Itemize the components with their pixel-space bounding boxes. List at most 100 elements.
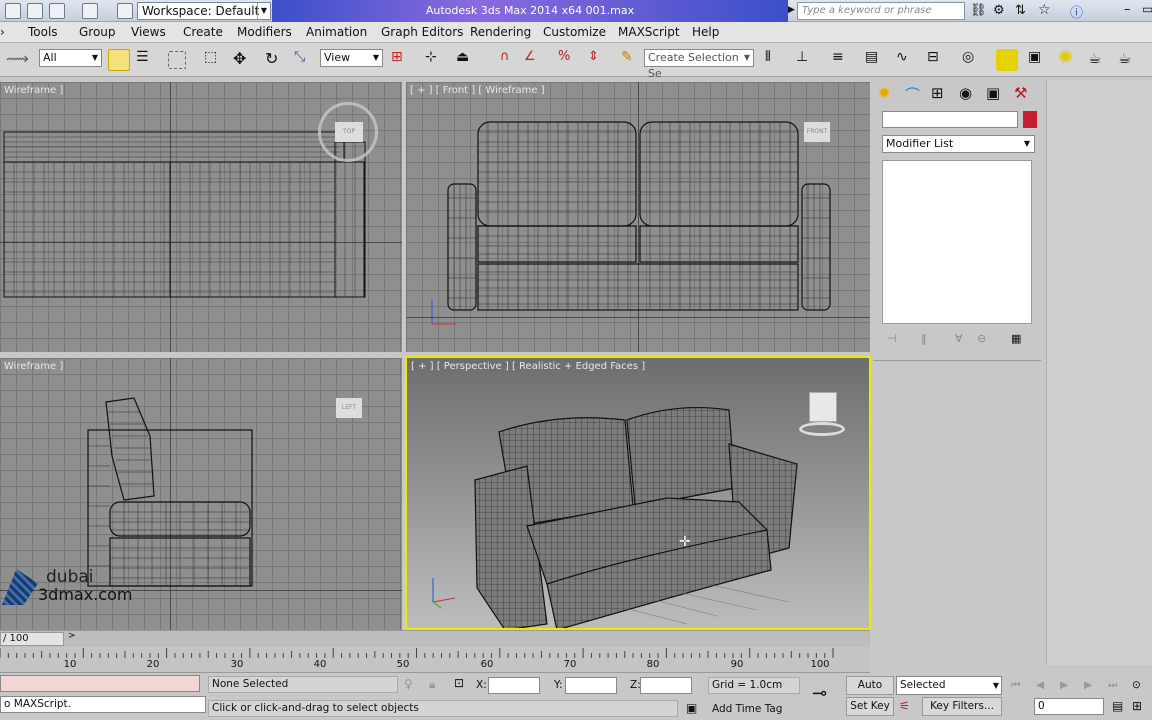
y-coordinate-field[interactable] [565, 677, 617, 694]
menu-maxscript[interactable]: MAXScript [618, 25, 680, 39]
absolute-mode-icon[interactable]: ⊡ [454, 676, 464, 690]
viewport-nav-icon[interactable]: ⊞ [1132, 699, 1142, 713]
set-key-button[interactable]: Set Key [846, 697, 894, 716]
goto-end-icon[interactable]: ⏭ [1108, 679, 1117, 692]
named-selection-set-input[interactable]: Create Selection Se ▼ [644, 49, 754, 80]
set-key-mode-icon[interactable]: ⊸ [812, 683, 827, 704]
viewcube[interactable]: TOP [335, 122, 363, 142]
move-icon[interactable]: ✥ [233, 49, 255, 71]
x-coordinate-field[interactable] [488, 677, 540, 694]
workspace-dropdown[interactable]: Workspace: Default ▼ [137, 2, 271, 20]
keyboard-shortcut-icon[interactable]: ⏏ [456, 49, 478, 71]
selection-filter-dropdown[interactable]: All ▼ [39, 49, 102, 67]
auto-key-button[interactable]: Auto Key [846, 676, 894, 708]
make-unique-icon[interactable]: ∀ [955, 332, 963, 345]
search-input[interactable]: Type a keyword or phrase [797, 2, 965, 20]
rendered-frame-icon[interactable]: ▣ [1028, 49, 1050, 71]
layer-manager-icon[interactable]: ≡ [832, 49, 854, 71]
maxscript-listener-mini[interactable] [0, 675, 200, 692]
menu-create[interactable]: Create [183, 25, 223, 39]
viewport-perspective[interactable]: [ + ] [ Perspective ] [ Realistic + Edge… [405, 356, 871, 630]
menu-customize[interactable]: Customize [543, 25, 606, 39]
modifier-list-dropdown[interactable]: Modifier List ▼ [882, 135, 1035, 153]
key-mode-toggle-icon[interactable]: ⊙ [1132, 679, 1141, 691]
viewcube[interactable]: LEFT [336, 398, 362, 418]
next-frame-icon[interactable]: > [68, 631, 76, 641]
time-slider-thumb[interactable]: / 100 [0, 632, 64, 646]
reference-coordinate-dropdown[interactable]: View ▼ [320, 49, 383, 67]
modify-tab-icon[interactable]: ⌒ [905, 84, 925, 104]
percent-snap-icon[interactable]: % [558, 49, 580, 71]
curve-editor-icon[interactable]: ∿ [896, 49, 918, 71]
viewport-label[interactable]: Wireframe ] [4, 361, 63, 372]
menu-group[interactable]: Group [79, 25, 116, 39]
play-icon[interactable]: ▶ [1060, 679, 1068, 691]
select-by-name-icon[interactable]: ☰ [136, 49, 158, 71]
menu-help[interactable]: Help [692, 25, 719, 39]
menu-animation[interactable]: Animation [306, 25, 367, 39]
save-icon[interactable] [27, 3, 43, 19]
select-object-icon[interactable] [108, 49, 130, 71]
viewcube[interactable]: FRONT [804, 122, 830, 142]
schematic-view-icon[interactable]: ⊟ [927, 49, 949, 71]
favorites-star-icon[interactable]: ☆ [1038, 2, 1051, 18]
prev-frame-icon[interactable]: ◀ [1036, 679, 1044, 691]
rect-selection-icon[interactable] [168, 51, 186, 69]
binoculars-icon[interactable]: ⛓ [970, 3, 987, 18]
object-name-field[interactable] [882, 111, 1018, 128]
remove-modifier-icon[interactable]: ⊖ [977, 332, 986, 345]
undo-icon[interactable] [49, 3, 65, 19]
lock-selection-icon[interactable]: 🔒︎ [429, 677, 435, 692]
object-color-swatch[interactable] [1023, 111, 1037, 128]
modifier-stack[interactable] [882, 160, 1032, 324]
spinner-snap-icon[interactable]: ⇕ [588, 49, 610, 71]
pin-stack-icon[interactable]: ⊣ [887, 332, 897, 345]
add-time-tag-button[interactable]: Add Time Tag [712, 703, 782, 715]
motion-tab-icon[interactable]: ◉ [959, 84, 979, 104]
viewport-label[interactable]: Wireframe ] [4, 85, 63, 96]
connect-icon[interactable]: ⇅ [1015, 3, 1026, 18]
isolate-icon[interactable]: ♀ [404, 677, 413, 691]
key-filters-icon[interactable]: ⚟ [899, 699, 910, 713]
activeshade-icon[interactable]: ☕ [1118, 49, 1140, 71]
display-tab-icon[interactable]: ▣ [986, 84, 1006, 104]
arrow-right-icon[interactable]: ▶ [788, 5, 795, 15]
hierarchy-tab-icon[interactable]: ⊞ [931, 84, 951, 104]
snaps-toggle-icon[interactable]: ∩ [500, 49, 522, 71]
menu-tools[interactable]: Tools [28, 25, 58, 39]
maxscript-input[interactable]: o MAXScript. [0, 696, 206, 713]
material-editor-icon[interactable]: ◎ [962, 49, 984, 71]
scale-icon[interactable]: ⤡ [294, 49, 316, 71]
menu-graph-editors[interactable]: Graph Editors [381, 25, 463, 39]
viewcube[interactable] [795, 388, 849, 442]
restore-icon[interactable]: ▭ [1142, 2, 1152, 16]
rotate-icon[interactable]: ↻ [265, 49, 287, 71]
next-frame-button-icon[interactable]: ▶ [1084, 679, 1092, 691]
project-folder-icon[interactable] [117, 3, 133, 19]
edit-named-selection-icon[interactable]: ✎ [621, 49, 643, 71]
render-setup-icon[interactable] [996, 49, 1018, 71]
viewport-label[interactable]: [ + ] [ Front ] [ Wireframe ] [410, 85, 545, 96]
utilities-tab-icon[interactable]: ⚒ [1014, 84, 1034, 104]
configure-modifier-sets-icon[interactable]: ▦ [1011, 332, 1021, 345]
viewport-top[interactable]: Wireframe ] TOP [0, 82, 402, 352]
graphite-toolbar-icon[interactable]: ▤ [865, 49, 887, 71]
minimize-icon[interactable]: – [1124, 2, 1131, 17]
menu-rendering[interactable]: Rendering [470, 25, 531, 39]
track-bar[interactable]: 10 20 30 40 50 60 70 80 90 100 [0, 647, 870, 673]
current-frame-field[interactable]: 0 [1034, 698, 1104, 715]
redo-icon[interactable] [82, 3, 98, 19]
time-config-icon[interactable]: ▤ [1112, 699, 1123, 713]
viewport-front[interactable]: [ + ] [ Front ] [ Wireframe ] FRONT [406, 82, 870, 352]
key-filters-button[interactable]: Key Filters... [922, 697, 1002, 716]
goto-start-icon[interactable]: ⏮ [1011, 679, 1020, 692]
time-slider[interactable]: / 100 > [0, 630, 870, 647]
mirror-icon[interactable]: ⫴ [765, 49, 787, 71]
manipulate-icon[interactable]: ⊹ [425, 49, 447, 71]
key-mode-selected-dropdown[interactable]: Selected ▼ [896, 676, 1002, 695]
z-coordinate-field[interactable] [640, 677, 692, 694]
communication-icon[interactable]: ⚙ [993, 3, 1005, 18]
menu-modifiers[interactable]: Modifiers [237, 25, 292, 39]
window-crossing-icon[interactable]: ⬚ [204, 49, 226, 71]
open-icon[interactable] [5, 3, 21, 19]
